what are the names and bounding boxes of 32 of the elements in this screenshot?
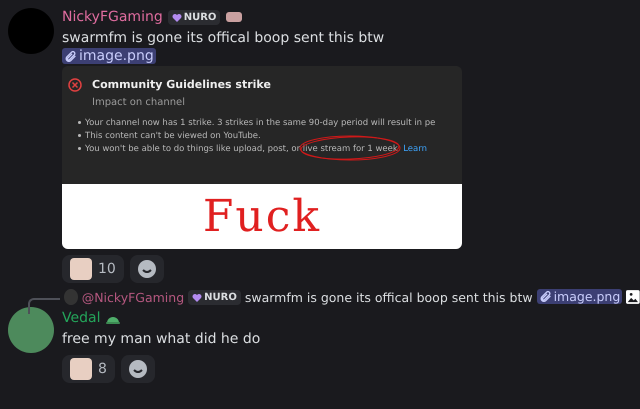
paperclip-icon: [538, 290, 552, 303]
paperclip-icon: [64, 50, 77, 62]
heart-icon: [192, 292, 202, 302]
attachment-link[interactable]: image.png: [536, 289, 622, 304]
message-text: swarmfm is gone its offical boop sent this btw: [62, 29, 386, 48]
heart-icon: [172, 12, 182, 22]
reply-avatar: [64, 289, 78, 305]
message-text: free my man what did he do: [62, 330, 260, 349]
user-avatar[interactable]: [8, 307, 54, 353]
emoji-icon: [70, 258, 92, 280]
reaction-button[interactable]: 8: [62, 355, 115, 383]
reply-preview-text[interactable]: swarmfm is gone its offical boop sent this btw: [244, 290, 533, 304]
add-reaction-button[interactable]: [120, 355, 155, 383]
add-reaction-button[interactable]: [130, 255, 164, 283]
username[interactable]: NickyFGaming: [62, 9, 163, 25]
handwritten-text: Fuck: [202, 191, 322, 242]
add-reaction-icon: [138, 260, 156, 278]
strike-subtitle: Impact on channel: [92, 97, 186, 108]
emoji-icon: [70, 358, 92, 380]
reply-username[interactable]: @NickyFGaming: [82, 290, 184, 304]
image-icon: [626, 289, 640, 305]
add-reaction-icon: [128, 360, 147, 378]
strike-bullet: Your channel now has 1 strike. 3 strikes in the same 90-day period will result in pe: [78, 118, 436, 128]
reaction-button[interactable]: 10: [62, 255, 124, 283]
strike-title: Community Guidelines strike: [92, 78, 272, 91]
error-icon: [68, 78, 82, 92]
guild-tag: NURO: [188, 290, 241, 304]
username[interactable]: Vedal: [62, 310, 100, 326]
strike-bullet: This content can't be viewed on YouTube.: [78, 131, 436, 141]
guild-tag: NURO: [168, 10, 220, 24]
attachment-link[interactable]: image.png: [62, 48, 156, 64]
badge-icon: [225, 10, 244, 24]
